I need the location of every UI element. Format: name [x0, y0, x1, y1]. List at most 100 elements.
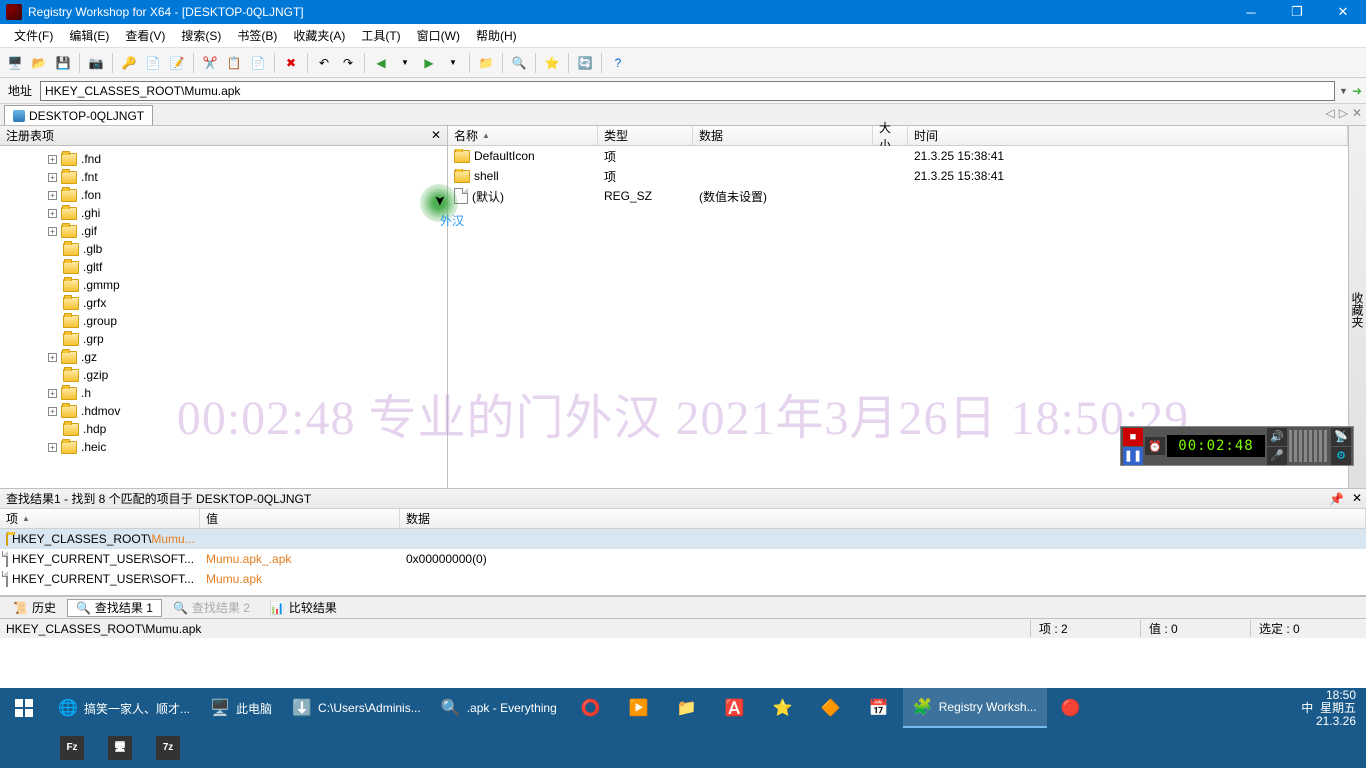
tree-item[interactable]: .grp [0, 330, 447, 348]
tree-item[interactable]: +.gif [0, 222, 447, 240]
forward-menu-icon[interactable]: ▼ [442, 52, 464, 74]
settings-icon[interactable]: ⚙ [1331, 447, 1351, 465]
taskbar-item[interactable]: 🌐搞笑一家人、顺才... [48, 688, 200, 728]
taskbar-item[interactable]: ⭐ [759, 688, 807, 728]
maximize-button[interactable]: ❐ [1274, 0, 1320, 24]
expand-icon[interactable]: + [48, 209, 57, 218]
taskbar-item[interactable]: 7z [144, 728, 192, 768]
redo-icon[interactable]: ↷ [337, 52, 359, 74]
col-size[interactable]: 大小 [873, 126, 908, 145]
export-icon[interactable]: 📷 [85, 52, 107, 74]
taskbar-item[interactable]: 🔍.apk - Everything [431, 688, 567, 728]
menu-e[interactable]: 编辑(E) [61, 24, 117, 47]
menu-w[interactable]: 窗口(W) [409, 24, 468, 47]
taskbar-item[interactable]: 🖥️此电脑 [200, 688, 282, 728]
taskbar-item[interactable]: 📅 [855, 688, 903, 728]
taskbar-item[interactable]: 📁 [663, 688, 711, 728]
go-icon[interactable]: ➜ [1352, 84, 1362, 98]
expand-icon[interactable]: + [48, 173, 57, 182]
expand-icon[interactable]: + [48, 191, 57, 200]
bottom-tab[interactable]: 📜历史 [4, 599, 65, 617]
tree-item[interactable]: .gzip [0, 366, 447, 384]
list-row[interactable]: shell项21.3.25 15:38:41 [448, 166, 1348, 186]
list-row[interactable]: (默认)REG_SZ(数值未设置) [448, 186, 1348, 206]
minimize-button[interactable]: ─ [1228, 0, 1274, 24]
refresh-icon[interactable]: 🔄 [574, 52, 596, 74]
expand-icon[interactable]: + [48, 389, 57, 398]
search-row[interactable]: HKEY_CURRENT_USER\SOFT...Mumu.apk_.apk0x… [0, 549, 1366, 569]
search-row[interactable]: HKEY_CLASSES_ROOT\Mumu... [0, 529, 1366, 549]
menu-s[interactable]: 搜索(S) [173, 24, 229, 47]
search-close-icon[interactable]: ✕ [1352, 491, 1362, 505]
key-icon[interactable]: 🔑 [118, 52, 140, 74]
pin-icon[interactable]: 📌 [1329, 492, 1344, 506]
tree-item[interactable]: .glb [0, 240, 447, 258]
col-time[interactable]: 时间 [908, 126, 1348, 145]
col-type[interactable]: 类型 [598, 126, 693, 145]
search-row[interactable]: HKEY_CURRENT_USER\SOFT...Mumu.apk [0, 569, 1366, 589]
paste-icon[interactable]: 📄 [247, 52, 269, 74]
bottom-tab[interactable]: 📊比较结果 [261, 599, 346, 617]
expand-icon[interactable]: + [48, 227, 57, 236]
back-icon[interactable]: ◀ [370, 52, 392, 74]
string-icon[interactable]: 📝 [166, 52, 188, 74]
taskbar-item[interactable]: 🔴 [1047, 688, 1095, 728]
connect-icon[interactable]: 🖥️ [4, 52, 26, 74]
tree-item[interactable]: .gltf [0, 258, 447, 276]
taskbar-item[interactable]: ⬇️C:\Users\Adminis... [282, 688, 431, 728]
webcam-icon[interactable]: 📡 [1331, 428, 1351, 446]
tree-item[interactable]: .group [0, 312, 447, 330]
help-icon[interactable]: ? [607, 52, 629, 74]
undo-icon[interactable]: ↶ [313, 52, 335, 74]
tree-item[interactable]: +.hdmov [0, 402, 447, 420]
tree-item[interactable]: +.h [0, 384, 447, 402]
registry-tree[interactable]: +.fnd+.fnt+.fon+.ghi+.gif.glb.gltf.gmmp.… [0, 146, 447, 488]
tree-item[interactable]: +.fnd [0, 150, 447, 168]
menu-t[interactable]: 工具(T) [353, 24, 408, 47]
taskbar-item[interactable]: 🅰️ [711, 688, 759, 728]
mic-icon[interactable]: 🎤 [1267, 447, 1287, 465]
tab-desktop[interactable]: DESKTOP-0QLJNGT [4, 105, 153, 125]
address-input[interactable] [40, 81, 1335, 101]
address-dropdown-icon[interactable]: ▼ [1339, 86, 1348, 96]
taskbar-item[interactable]: ▶️ [615, 688, 663, 728]
delete-icon[interactable]: ✖ [280, 52, 302, 74]
tree-item[interactable]: +.gz [0, 348, 447, 366]
taskbar-item[interactable]: 🖥 [96, 728, 144, 768]
save-icon[interactable]: 💾 [52, 52, 74, 74]
tree-item[interactable]: +.ghi [0, 204, 447, 222]
bookmark-icon[interactable]: ⭐ [541, 52, 563, 74]
tab-prev-icon[interactable]: ◁ [1325, 106, 1334, 120]
open-icon[interactable]: 📂 [28, 52, 50, 74]
col-data[interactable]: 数据 [693, 126, 873, 145]
tray-clock[interactable]: 18:50 中 星期五 21.3.26 [1291, 689, 1366, 728]
forward-icon[interactable]: ▶ [418, 52, 440, 74]
menu-h[interactable]: 帮助(H) [468, 24, 525, 47]
tree-item[interactable]: .grfx [0, 294, 447, 312]
tree-item[interactable]: +.fon [0, 186, 447, 204]
start-button[interactable] [0, 688, 48, 728]
copy-icon[interactable]: 📋 [223, 52, 245, 74]
record-icon[interactable]: ■ [1123, 428, 1143, 446]
tab-close-icon[interactable]: ✕ [1352, 106, 1362, 120]
col-name[interactable]: 名称 ▲ [448, 126, 598, 145]
up-icon[interactable]: 📁 [475, 52, 497, 74]
menu-v[interactable]: 查看(V) [117, 24, 173, 47]
taskbar-item[interactable]: 🔶 [807, 688, 855, 728]
expand-icon[interactable]: + [48, 443, 57, 452]
tree-item[interactable]: +.heic [0, 438, 447, 456]
scol-value[interactable]: 值 [200, 509, 400, 528]
binary-icon[interactable]: 📄 [142, 52, 164, 74]
find-icon[interactable]: 🔍 [508, 52, 530, 74]
expand-icon[interactable]: + [48, 155, 57, 164]
bottom-tab[interactable]: 🔍查找结果 1 [67, 599, 162, 617]
list-row[interactable]: DefaultIcon项21.3.25 15:38:41 [448, 146, 1348, 166]
tree-close-icon[interactable]: ✕ [429, 128, 443, 142]
screen-recorder-widget[interactable]: ■ ❚❚ ⏰ 00:02:48 🔊 🎤 📡 ⚙ [1120, 426, 1354, 466]
cut-icon[interactable]: ✂️ [199, 52, 221, 74]
scol-item[interactable]: 项 ▲ [0, 509, 200, 528]
scol-data[interactable]: 数据 [400, 509, 1366, 528]
pause-icon[interactable]: ❚❚ [1123, 447, 1143, 465]
expand-icon[interactable]: + [48, 407, 57, 416]
speaker-icon[interactable]: 🔊 [1267, 428, 1287, 446]
